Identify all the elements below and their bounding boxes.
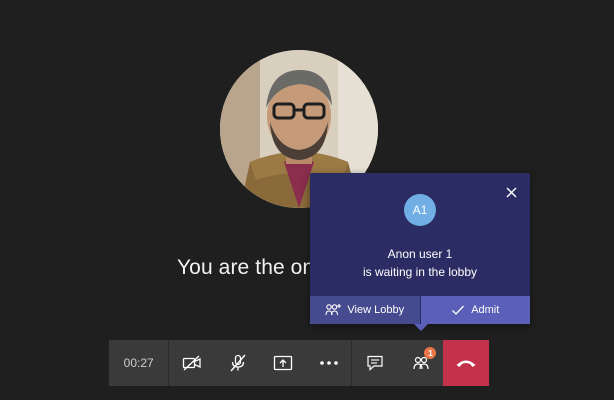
- people-add-icon: [325, 304, 342, 316]
- user-avatar-initials: A1: [404, 194, 436, 226]
- hang-up-button[interactable]: [443, 340, 489, 386]
- hang-up-icon: [456, 360, 476, 367]
- more-actions-button[interactable]: [306, 340, 352, 386]
- lobby-notification-popup: A1 Anon user 1 is waiting in the lobby V…: [310, 173, 530, 331]
- chat-icon: [367, 355, 383, 371]
- close-icon: [506, 187, 516, 197]
- camera-toggle-button[interactable]: [169, 340, 215, 386]
- admit-label: Admit: [471, 304, 500, 316]
- participants-count-badge: 1: [424, 347, 437, 359]
- chat-button[interactable]: [352, 340, 398, 386]
- call-control-bar: 00:27 1: [109, 340, 489, 386]
- more-icon: [319, 361, 338, 365]
- admit-button[interactable]: Admit: [419, 296, 530, 324]
- participants-button[interactable]: 1: [398, 340, 444, 386]
- popup-actions: View Lobby Admit: [310, 296, 530, 324]
- lobby-user-name: Anon user 1: [387, 247, 453, 261]
- lobby-waiting-message: is waiting in the lobby: [362, 265, 478, 279]
- meeting-stage: You are the on A1 Anon user 1 is waiting…: [0, 0, 614, 400]
- popup-pointer: [414, 324, 428, 331]
- close-popup-button[interactable]: [502, 183, 520, 201]
- call-timer: 00:27: [109, 340, 170, 386]
- share-screen-button[interactable]: [260, 340, 306, 386]
- share-screen-icon: [274, 355, 293, 371]
- mic-off-icon: [230, 354, 246, 372]
- view-lobby-button[interactable]: View Lobby: [310, 296, 420, 324]
- checkmark-icon: [452, 305, 465, 315]
- camera-off-icon: [182, 355, 201, 371]
- view-lobby-label: View Lobby: [347, 304, 405, 316]
- mic-toggle-button[interactable]: [215, 340, 261, 386]
